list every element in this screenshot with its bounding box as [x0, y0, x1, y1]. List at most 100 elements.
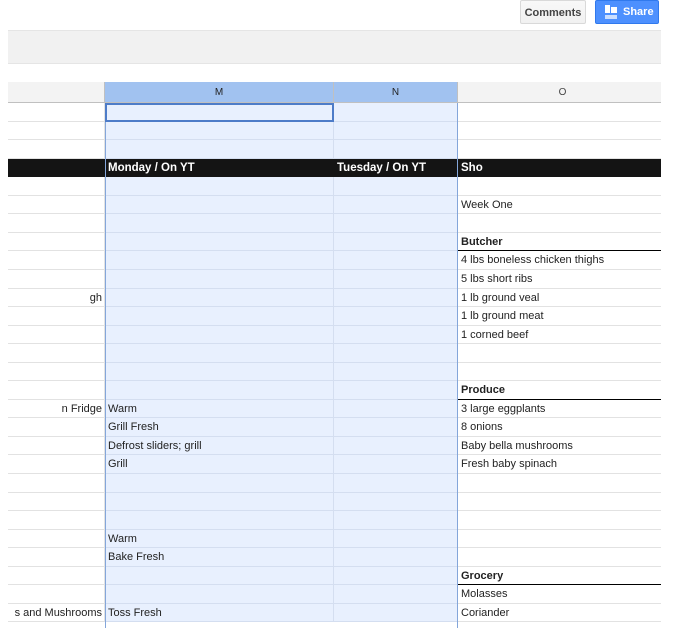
cell-m[interactable] — [105, 177, 334, 196]
cell-l[interactable] — [8, 270, 105, 289]
cell-l[interactable] — [8, 233, 105, 251]
cell-l[interactable] — [8, 585, 105, 604]
cell-m[interactable] — [105, 567, 334, 585]
cell-l[interactable] — [8, 567, 105, 585]
cell-m[interactable] — [105, 307, 334, 326]
cell-l[interactable] — [8, 381, 105, 400]
cell-l[interactable] — [8, 214, 105, 233]
cell-o[interactable] — [458, 214, 661, 233]
cell-n[interactable] — [334, 530, 458, 548]
cell-l[interactable] — [8, 103, 105, 122]
cell-n[interactable]: Tuesday / On YT — [334, 159, 458, 177]
share-button[interactable]: Share — [595, 0, 659, 24]
cell-o[interactable]: 4 lbs boneless chicken thighs — [458, 251, 661, 270]
cell-m[interactable] — [105, 344, 334, 363]
cell-o[interactable]: 3 large eggplants — [458, 400, 661, 418]
cell-m[interactable] — [105, 474, 334, 493]
cell-n[interactable] — [334, 122, 458, 140]
cell-n[interactable] — [334, 177, 458, 196]
cell-m[interactable] — [105, 233, 334, 251]
cell-l[interactable] — [8, 548, 105, 567]
cell-o[interactable] — [458, 363, 661, 381]
cell-l[interactable] — [8, 493, 105, 511]
cell-o[interactable] — [458, 530, 661, 548]
cell-m[interactable]: Warm — [105, 530, 334, 548]
spreadsheet-grid[interactable]: M N O Monday / On YT Tuesday / On YT Sho We… — [8, 82, 661, 628]
cell-m[interactable]: Defrost sliders; grill — [105, 437, 334, 455]
cell-m[interactable]: Grill Fresh — [105, 418, 334, 437]
cell-l[interactable] — [8, 159, 105, 177]
cell-l[interactable] — [8, 363, 105, 381]
cell-l[interactable]: gh — [8, 289, 105, 307]
cell-o[interactable] — [458, 177, 661, 196]
cell-o[interactable]: 1 lb ground meat — [458, 307, 661, 326]
cell-o[interactable] — [458, 122, 661, 140]
cell-o[interactable]: Sho — [458, 159, 661, 177]
column-header-l[interactable] — [8, 82, 105, 103]
cell-m[interactable]: Grill — [105, 455, 334, 474]
cell-n[interactable] — [334, 585, 458, 604]
cell-n[interactable] — [334, 400, 458, 418]
cell-l[interactable] — [8, 344, 105, 363]
cell-m[interactable] — [105, 511, 334, 530]
cell-o[interactable]: Week One — [458, 196, 661, 214]
cell-m[interactable]: Warm — [105, 400, 334, 418]
cell-n[interactable] — [334, 233, 458, 251]
cell-l[interactable]: n Fridge — [8, 400, 105, 418]
cell-l[interactable] — [8, 474, 105, 493]
cell-l[interactable] — [8, 122, 105, 140]
cell-m[interactable] — [105, 289, 334, 307]
cell-o[interactable]: Molasses — [458, 585, 661, 604]
cell-l[interactable] — [8, 251, 105, 270]
cell-n[interactable] — [334, 140, 458, 159]
cell-n[interactable] — [334, 437, 458, 455]
cell-n[interactable] — [334, 474, 458, 493]
cell-o[interactable] — [458, 103, 661, 122]
cell-l[interactable] — [8, 437, 105, 455]
cell-n[interactable] — [334, 604, 458, 622]
cell-l[interactable] — [8, 530, 105, 548]
cell-n[interactable] — [334, 455, 458, 474]
cell-o[interactable]: 1 corned beef — [458, 326, 661, 344]
cell-l[interactable]: s and Mushrooms — [8, 604, 105, 622]
cell-o[interactable]: Butcher — [458, 233, 661, 251]
cell-o[interactable]: 1 lb ground veal — [458, 289, 661, 307]
column-header-m[interactable]: M — [105, 82, 334, 103]
cell-o[interactable]: Coriander — [458, 604, 661, 622]
cell-m[interactable]: Monday / On YT — [105, 159, 334, 177]
cell-n[interactable] — [334, 381, 458, 400]
cell-l[interactable] — [8, 511, 105, 530]
cell-n[interactable] — [334, 344, 458, 363]
cell-m[interactable] — [105, 103, 334, 122]
cell-n[interactable] — [334, 103, 458, 122]
cell-n[interactable] — [334, 418, 458, 437]
cell-n[interactable] — [334, 363, 458, 381]
cell-n[interactable] — [334, 493, 458, 511]
cell-l[interactable] — [8, 455, 105, 474]
cell-n[interactable] — [334, 251, 458, 270]
cell-m[interactable] — [105, 251, 334, 270]
cell-l[interactable] — [8, 326, 105, 344]
cell-o[interactable]: Produce — [458, 381, 661, 400]
cell-o[interactable]: Fresh baby spinach — [458, 455, 661, 474]
cell-o[interactable]: Baby bella mushrooms — [458, 437, 661, 455]
cell-n[interactable] — [334, 214, 458, 233]
cell-m[interactable] — [105, 585, 334, 604]
cell-m[interactable] — [105, 140, 334, 159]
cell-o[interactable] — [458, 140, 661, 159]
cell-m[interactable]: Toss Fresh — [105, 604, 334, 622]
cell-m[interactable] — [105, 363, 334, 381]
cell-m[interactable] — [105, 122, 334, 140]
cell-l[interactable] — [8, 140, 105, 159]
cell-o[interactable] — [458, 493, 661, 511]
cell-o[interactable] — [458, 474, 661, 493]
cell-n[interactable] — [334, 196, 458, 214]
column-header-n[interactable]: N — [334, 82, 458, 103]
cell-l[interactable] — [8, 177, 105, 196]
cell-m[interactable] — [105, 214, 334, 233]
cell-n[interactable] — [334, 567, 458, 585]
cell-n[interactable] — [334, 289, 458, 307]
cell-l[interactable] — [8, 196, 105, 214]
cell-o[interactable] — [458, 548, 661, 567]
cell-m[interactable] — [105, 196, 334, 214]
